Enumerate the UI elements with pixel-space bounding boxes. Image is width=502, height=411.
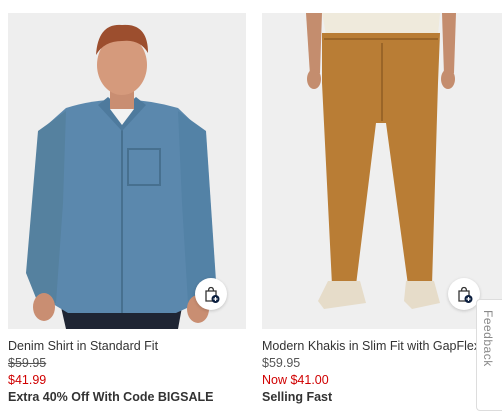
promo-text: Extra 40% Off With Code BIGSALE	[8, 390, 214, 404]
shopping-bag-plus-icon	[458, 286, 473, 303]
sale-price: $41.99	[8, 373, 47, 387]
shopping-bag-plus-icon	[205, 286, 220, 303]
original-price: $59.95	[262, 356, 301, 370]
product-name[interactable]: Denim Shirt in Standard Fit	[8, 338, 246, 355]
feedback-label: Feedback	[481, 310, 495, 367]
product-card[interactable]: Modern Khakis in Slim Fit with GapFlex $…	[262, 0, 502, 406]
product-image[interactable]	[262, 13, 502, 329]
product-card[interactable]: Denim Shirt in Standard Fit $59.95 $41.9…	[8, 0, 246, 406]
original-price: $59.95	[8, 356, 47, 370]
product-image[interactable]	[8, 13, 246, 329]
promo-text: Selling Fast	[262, 390, 333, 404]
add-to-bag-button[interactable]	[195, 278, 227, 310]
product-name[interactable]: Modern Khakis in Slim Fit with GapFlex	[262, 338, 502, 355]
feedback-tab[interactable]: Feedback	[476, 299, 502, 411]
sale-price: Now $41.00	[262, 373, 329, 387]
